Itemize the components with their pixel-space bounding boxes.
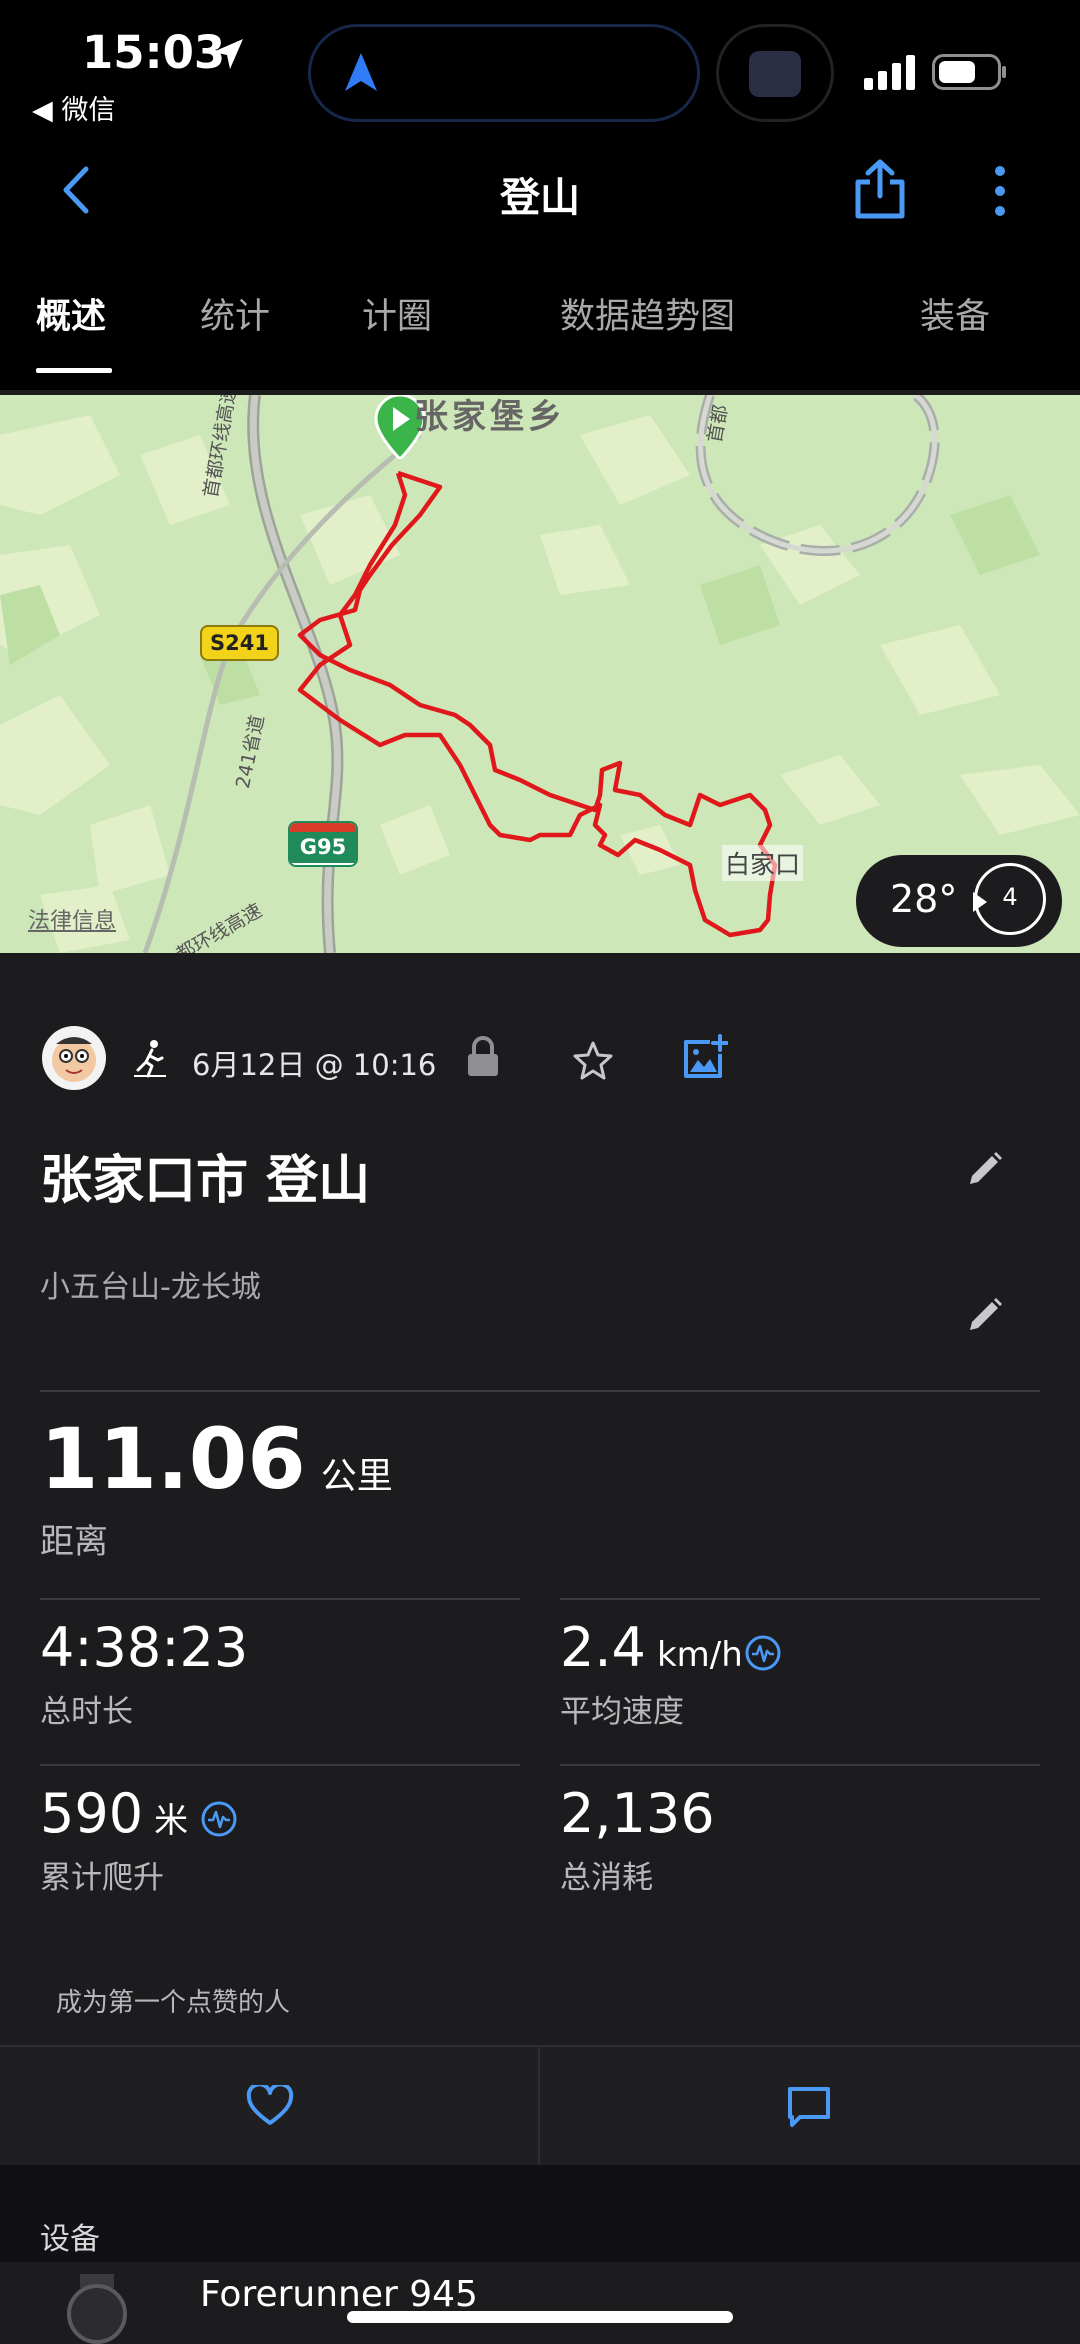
edit-description-pencil-icon[interactable]: [966, 1296, 1004, 1334]
heart-icon: [246, 2085, 294, 2125]
route-map[interactable]: 张家堡乡 白家口 S241 G95 首都环线高速 都环线高速 首都 241省道 …: [0, 395, 1080, 953]
music-app-icon: [749, 51, 801, 97]
social-action-bar: [0, 2045, 1080, 2167]
tab-laps[interactable]: 计圈: [362, 288, 432, 339]
stat-calories: 2,136: [560, 1782, 715, 1845]
battery-icon: [932, 54, 1006, 90]
add-photo-icon[interactable]: [682, 1034, 728, 1080]
lock-icon[interactable]: [466, 1036, 500, 1078]
distance-unit: 公里: [320, 1456, 393, 1497]
page-title: 登山: [500, 175, 580, 221]
stat-duration: 4:38:23: [40, 1616, 248, 1679]
watch-icon: [67, 2274, 127, 2344]
location-arrow-icon: [213, 39, 243, 69]
device-name: Forerunner 945: [200, 2274, 478, 2315]
tab-overview[interactable]: 概述: [36, 288, 106, 339]
divider: [40, 1764, 520, 1766]
avatar[interactable]: [42, 1026, 106, 1090]
status-time: 15:03: [82, 26, 226, 79]
tab-charts[interactable]: 数据趋势图: [560, 288, 735, 339]
device-section-heading: 设备: [40, 2222, 100, 2257]
edit-title-pencil-icon[interactable]: [966, 1150, 1004, 1188]
more-options-icon[interactable]: [990, 165, 1010, 217]
favorite-star-icon[interactable]: [572, 1040, 614, 1080]
divider: [560, 1598, 1040, 1600]
speed-unit: km/h: [656, 1635, 743, 1675]
calories-label: 总消耗: [560, 1860, 653, 1896]
map-place-label-end: 白家口: [722, 845, 804, 881]
comment-button[interactable]: [540, 2047, 1080, 2165]
navigation-arrow-icon: [345, 53, 377, 91]
duration-label: 总时长: [40, 1694, 133, 1730]
distance-value: 11.06: [40, 1410, 306, 1508]
stat-distance: 11.06 公里: [40, 1410, 393, 1508]
wind-compass-icon: 4: [973, 863, 1046, 935]
like-button[interactable]: [0, 2047, 538, 2165]
home-indicator[interactable]: [347, 2311, 733, 2323]
stat-ascent: 590 米: [40, 1782, 188, 1845]
active-tab-indicator: [36, 368, 112, 373]
road-shield-g95-label: G95: [290, 832, 356, 863]
status-bar: 15:03 ◀ 微信: [0, 0, 1080, 150]
ascent-label: 累计爬升: [40, 1860, 164, 1896]
map-place-label-top: 张家堡乡: [414, 397, 566, 437]
activity-date-time: 6月12日 @ 10:16: [192, 1048, 437, 1082]
activity-description: 小五台山-龙长城: [40, 1270, 261, 1305]
divider: [40, 1390, 1040, 1392]
road-shield-s241: S241: [200, 625, 279, 661]
speed-label: 平均速度: [560, 1694, 684, 1730]
tab-gear[interactable]: 装备: [920, 288, 990, 339]
divider: [40, 1598, 520, 1600]
heart-rate-badge-icon[interactable]: [744, 1634, 782, 1672]
avatar-face-icon: [52, 1037, 96, 1082]
road-shield-g95: G95: [288, 821, 358, 867]
distance-label: 距离: [40, 1522, 108, 1562]
hiking-activity-icon: [134, 1040, 166, 1078]
duration-value: 4:38:23: [40, 1616, 249, 1679]
ascent-unit: 米: [154, 1801, 189, 1841]
divider: [560, 1764, 1040, 1766]
cellular-signal-icon: [864, 55, 915, 90]
dynamic-island[interactable]: [308, 24, 700, 122]
comment-icon: [788, 2087, 830, 2127]
heart-rate-badge-icon[interactable]: [200, 1800, 238, 1838]
map-legal-link[interactable]: 法律信息: [28, 903, 116, 935]
activity-title: 张家口市 登山: [40, 1151, 371, 1211]
back-to-wechat-link[interactable]: ◀ 微信: [32, 88, 115, 127]
weather-pill[interactable]: 28° 4: [856, 855, 1062, 947]
tab-stats[interactable]: 统计: [200, 288, 270, 339]
speed-value: 2.4: [560, 1616, 646, 1679]
device-row[interactable]: Forerunner 945: [0, 2262, 1080, 2344]
share-icon[interactable]: [854, 158, 906, 220]
like-prompt: 成为第一个点赞的人: [56, 1988, 291, 2018]
weather-temperature: 28°: [890, 877, 958, 921]
stat-avg-speed: 2.4 km/h: [560, 1616, 743, 1679]
dynamic-island-app[interactable]: [716, 24, 834, 122]
ascent-value: 590: [40, 1782, 144, 1845]
wind-speed: 4: [1002, 883, 1018, 911]
calories-value: 2,136: [560, 1782, 715, 1845]
